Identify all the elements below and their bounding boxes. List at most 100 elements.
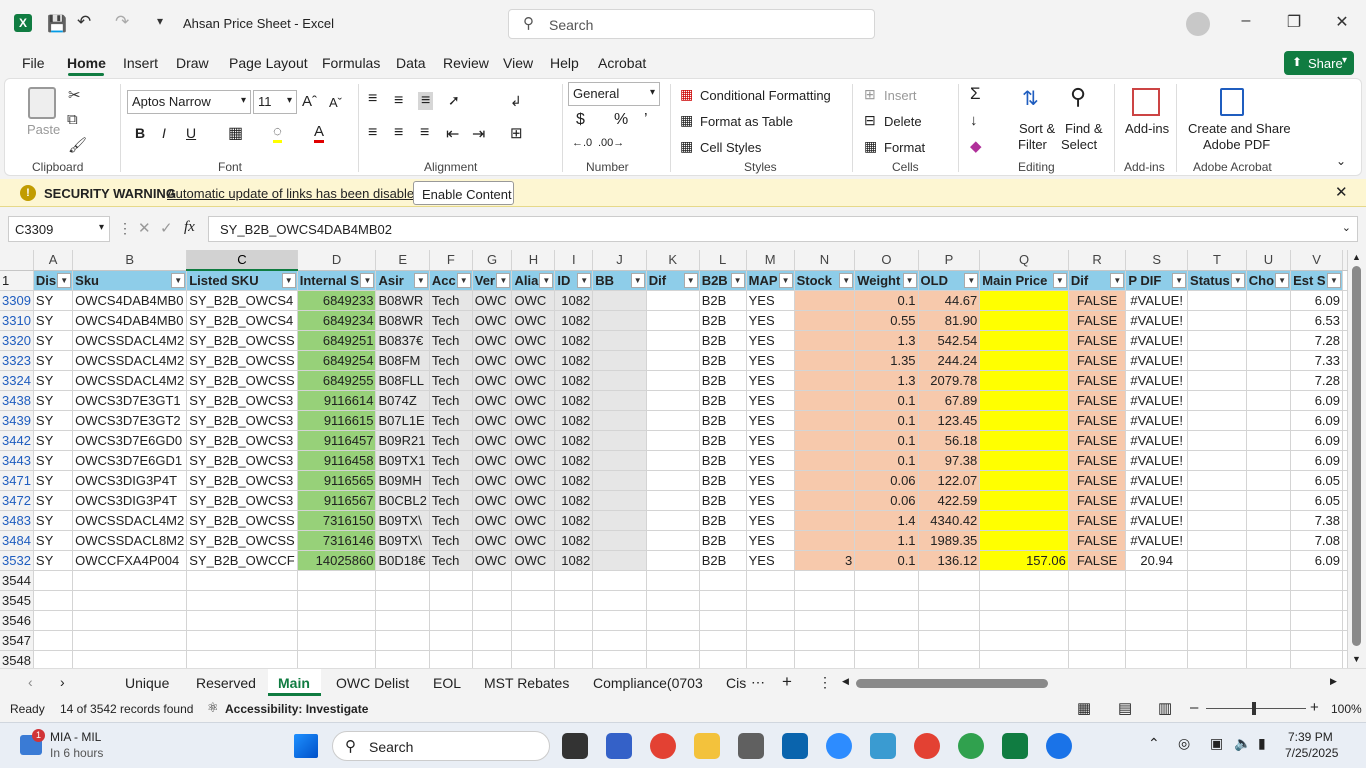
cell-id[interactable]: 1082 <box>554 410 594 431</box>
cell-old[interactable]: 4340.42 <box>918 510 981 531</box>
cell-dis[interactable]: SY <box>33 310 74 331</box>
row-header[interactable]: 3532 <box>0 550 34 571</box>
cell-sku[interactable]: OWCSSDACL8M2 <box>72 530 188 551</box>
conditional-formatting-icon[interactable]: ▦ <box>680 86 693 103</box>
cell-sku[interactable]: OWCCFXA4P004 <box>72 550 188 571</box>
cell-lsku[interactable]: SY_B2B_OWCSS <box>186 370 298 391</box>
cell-acc[interactable]: Tech <box>429 430 473 451</box>
name-box[interactable]: C3309 ▾ <box>8 216 110 242</box>
cell[interactable] <box>592 490 647 511</box>
cell-b2b[interactable]: B2B <box>699 470 747 491</box>
cell[interactable] <box>646 550 700 571</box>
cell-asin[interactable]: B08FLL <box>375 370 430 391</box>
scroll-up-icon[interactable]: ▲ <box>1352 252 1361 262</box>
cell-dis[interactable]: SY <box>33 350 74 371</box>
cell[interactable] <box>1246 310 1292 331</box>
cell-pdif[interactable]: #VALUE! <box>1125 490 1189 511</box>
cell[interactable] <box>429 650 473 668</box>
cell[interactable] <box>1187 410 1247 431</box>
task-view-icon[interactable] <box>562 733 588 759</box>
cell[interactable] <box>1342 650 1348 668</box>
cell[interactable] <box>854 570 919 591</box>
format-cells-button[interactable]: Format <box>884 140 925 155</box>
cell-old[interactable]: 123.45 <box>918 410 981 431</box>
spreadsheet-grid[interactable]: A B C D E F G H I J K L M N O P Q R S T U V 1 Dis ▼ Sku ▼ Listed SK… <box>0 250 1348 668</box>
cell[interactable] <box>699 630 747 651</box>
cell-asin[interactable]: B074Z <box>375 390 430 411</box>
create-pdf-label-1[interactable]: Create and Share <box>1188 121 1291 136</box>
sheet-tab-main[interactable]: Main <box>278 675 310 691</box>
cell[interactable] <box>646 430 700 451</box>
cell[interactable] <box>375 610 430 631</box>
cell-stock[interactable]: 3 <box>794 550 856 571</box>
paste-button[interactable]: Paste <box>27 122 60 137</box>
cell-id[interactable]: 1082 <box>554 350 594 371</box>
row-header[interactable]: 3547 <box>0 630 34 651</box>
cell[interactable] <box>1290 610 1343 631</box>
cut-icon[interactable]: ✂ <box>68 86 81 104</box>
cell[interactable] <box>646 510 700 531</box>
cell[interactable] <box>186 610 298 631</box>
cell[interactable] <box>1187 430 1247 451</box>
cell-b2b[interactable]: B2B <box>699 550 747 571</box>
tab-review[interactable]: Review <box>443 55 489 71</box>
chrome-profile-3-icon[interactable] <box>1046 733 1072 759</box>
sheet-tab-eol[interactable]: EOL <box>433 675 461 691</box>
table-header-cell[interactable]: MAP ▼ <box>746 270 795 291</box>
cell[interactable] <box>429 590 473 611</box>
cell[interactable] <box>1068 570 1127 591</box>
sheet-tab-reserved[interactable]: Reserved <box>196 675 256 691</box>
cell-price[interactable] <box>979 330 1069 351</box>
font-name-select[interactable]: Aptos Narrow ▾ <box>127 90 251 114</box>
cell-old[interactable]: 542.54 <box>918 330 981 351</box>
cell-est[interactable]: 7.28 <box>1290 370 1343 391</box>
cell[interactable] <box>1125 570 1189 591</box>
cell[interactable] <box>794 650 856 668</box>
cell-dif[interactable]: FALSE <box>1068 550 1127 571</box>
cell[interactable] <box>1246 650 1292 668</box>
cell[interactable] <box>1290 650 1343 668</box>
search-input[interactable]: ⚲ Search <box>508 9 875 39</box>
taskbar-search[interactable]: ⚲ Search <box>332 731 550 761</box>
column-header[interactable]: K <box>646 250 700 271</box>
row-header[interactable]: 3546 <box>0 610 34 631</box>
delete-cells-button[interactable]: Delete <box>884 114 922 129</box>
cell-stock[interactable] <box>794 370 856 391</box>
cell-pdif[interactable]: #VALUE! <box>1125 390 1189 411</box>
cell-b2b[interactable]: B2B <box>699 430 747 451</box>
cell-stock[interactable] <box>794 430 856 451</box>
cell[interactable] <box>1187 550 1247 571</box>
cell[interactable] <box>297 610 377 631</box>
column-header[interactable]: C <box>186 250 298 271</box>
table-header-cell[interactable]: Weight ▼ <box>854 270 919 291</box>
cell-est[interactable]: 6.09 <box>1290 550 1343 571</box>
hscroll-left-icon[interactable]: ◀ <box>842 676 849 687</box>
cell-price[interactable] <box>979 530 1069 551</box>
cell-asin[interactable]: B08WR <box>375 310 430 331</box>
cell-dif[interactable]: FALSE <box>1068 350 1127 371</box>
cell-map[interactable]: YES <box>746 430 795 451</box>
cell[interactable] <box>592 390 647 411</box>
cell-pdif[interactable]: #VALUE! <box>1125 530 1189 551</box>
cell-asin[interactable]: B09TX\ <box>375 510 430 531</box>
cell[interactable] <box>918 590 981 611</box>
cell[interactable] <box>1246 590 1292 611</box>
cell-old[interactable]: 122.07 <box>918 470 981 491</box>
table-header-cell[interactable]: Dif ▼ <box>1068 270 1127 291</box>
cell[interactable] <box>1068 590 1127 611</box>
enter-icon[interactable]: ✓ <box>160 219 173 237</box>
column-header[interactable]: D <box>297 250 377 271</box>
cell[interactable] <box>1342 610 1348 631</box>
cell-old[interactable]: 244.24 <box>918 350 981 371</box>
cell[interactable] <box>1246 410 1292 431</box>
cell-map[interactable]: YES <box>746 530 795 551</box>
cell[interactable] <box>746 630 795 651</box>
cell[interactable] <box>1342 590 1348 611</box>
cell-ver[interactable]: OWC <box>472 390 513 411</box>
addins-button[interactable]: Add-ins <box>1125 121 1169 136</box>
format-as-table-icon[interactable]: ▦ <box>680 112 693 129</box>
underline-icon[interactable]: U <box>186 125 196 141</box>
outlook-icon[interactable] <box>782 733 808 759</box>
file-explorer-icon[interactable] <box>694 733 720 759</box>
cell-asin[interactable]: B09TX\ <box>375 530 430 551</box>
